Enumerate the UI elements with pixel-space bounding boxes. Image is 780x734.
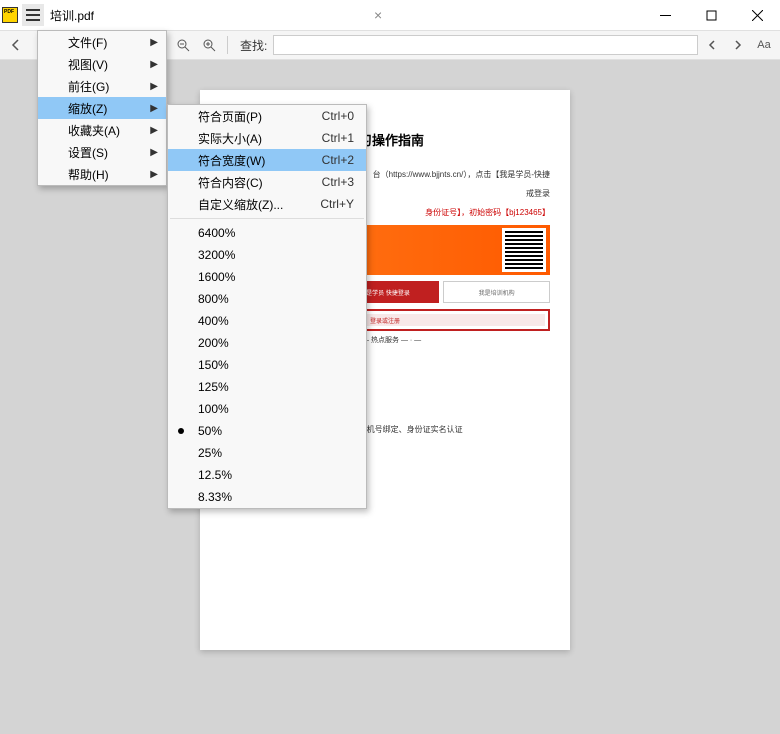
menu-item-缩放(Z)[interactable]: 缩放(Z)▶ xyxy=(38,97,166,119)
zoom-item-自定义缩放(Z)...[interactable]: 自定义缩放(Z)...Ctrl+Y xyxy=(168,193,366,215)
zoom-submenu: 符合页面(P)Ctrl+0实际大小(A)Ctrl+1符合宽度(W)Ctrl+2符… xyxy=(167,104,367,509)
zoom-level-8.33%[interactable]: 8.33% xyxy=(168,486,366,508)
zoom-item-符合内容(C)[interactable]: 符合内容(C)Ctrl+3 xyxy=(168,171,366,193)
shortcut-label: Ctrl+Y xyxy=(320,197,354,211)
shortcut-label: Ctrl+2 xyxy=(322,153,354,167)
zoom-level-3200%[interactable]: 3200% xyxy=(168,244,366,266)
shortcut-label: Ctrl+1 xyxy=(322,131,354,145)
zoom-level-1600%[interactable]: 1600% xyxy=(168,266,366,288)
app-icon xyxy=(2,7,18,23)
zoom-level-150%[interactable]: 150% xyxy=(168,354,366,376)
submenu-arrow-icon: ▶ xyxy=(150,169,158,180)
menu-item-视图(V)[interactable]: 视图(V)▶ xyxy=(38,53,166,75)
submenu-arrow-icon: ▶ xyxy=(150,81,158,92)
find-input[interactable] xyxy=(273,35,698,55)
submenu-arrow-icon: ▶ xyxy=(150,103,158,114)
menu-item-收藏夹(A)[interactable]: 收藏夹(A)▶ xyxy=(38,119,166,141)
zoom-level-50%[interactable]: 50% xyxy=(168,420,366,442)
shortcut-label: Ctrl+0 xyxy=(322,109,354,123)
close-tab-button[interactable]: × xyxy=(374,7,382,23)
qr-code xyxy=(502,228,546,272)
submenu-arrow-icon: ▶ xyxy=(150,59,158,70)
zoom-level-100%[interactable]: 100% xyxy=(168,398,366,420)
main-menu: 文件(F)▶视图(V)▶前往(G)▶缩放(Z)▶收藏夹(A)▶设置(S)▶帮助(… xyxy=(37,30,167,186)
zoom-level-6400%[interactable]: 6400% xyxy=(168,222,366,244)
zoom-level-200%[interactable]: 200% xyxy=(168,332,366,354)
submenu-arrow-icon: ▶ xyxy=(150,37,158,48)
find-prev-button[interactable] xyxy=(700,33,724,57)
zoom-item-实际大小(A)[interactable]: 实际大小(A)Ctrl+1 xyxy=(168,127,366,149)
window-close-button[interactable] xyxy=(734,0,780,30)
zoom-in-button[interactable] xyxy=(197,33,221,57)
nav-back-button[interactable] xyxy=(4,33,28,57)
zoom-level-800%[interactable]: 800% xyxy=(168,288,366,310)
zoom-out-button[interactable] xyxy=(171,33,195,57)
menu-item-帮助(H)[interactable]: 帮助(H)▶ xyxy=(38,163,166,185)
shortcut-label: Ctrl+3 xyxy=(322,175,354,189)
zoom-level-12.5%[interactable]: 12.5% xyxy=(168,464,366,486)
zoom-item-符合宽度(W)[interactable]: 符合宽度(W)Ctrl+2 xyxy=(168,149,366,171)
menu-item-前往(G)[interactable]: 前往(G)▶ xyxy=(38,75,166,97)
find-label: 查找: xyxy=(240,37,267,54)
window-minimize-button[interactable] xyxy=(642,0,688,30)
menu-item-设置(S)[interactable]: 设置(S)▶ xyxy=(38,141,166,163)
zoom-item-符合页面(P)[interactable]: 符合页面(P)Ctrl+0 xyxy=(168,105,366,127)
submenu-arrow-icon: ▶ xyxy=(150,125,158,136)
find-next-button[interactable] xyxy=(726,33,750,57)
current-zoom-indicator-icon xyxy=(178,428,184,434)
zoom-level-125%[interactable]: 125% xyxy=(168,376,366,398)
match-case-button[interactable]: Aa xyxy=(752,33,776,57)
tab-org: 我是培训机构 xyxy=(443,281,550,303)
main-menu-button[interactable] xyxy=(22,4,44,26)
submenu-arrow-icon: ▶ xyxy=(150,147,158,158)
menu-item-文件(F)[interactable]: 文件(F)▶ xyxy=(38,31,166,53)
window-maximize-button[interactable] xyxy=(688,0,734,30)
zoom-level-400%[interactable]: 400% xyxy=(168,310,366,332)
zoom-level-25%[interactable]: 25% xyxy=(168,442,366,464)
titlebar: 培训.pdf × xyxy=(0,0,780,30)
document-title: 培训.pdf xyxy=(50,7,94,24)
